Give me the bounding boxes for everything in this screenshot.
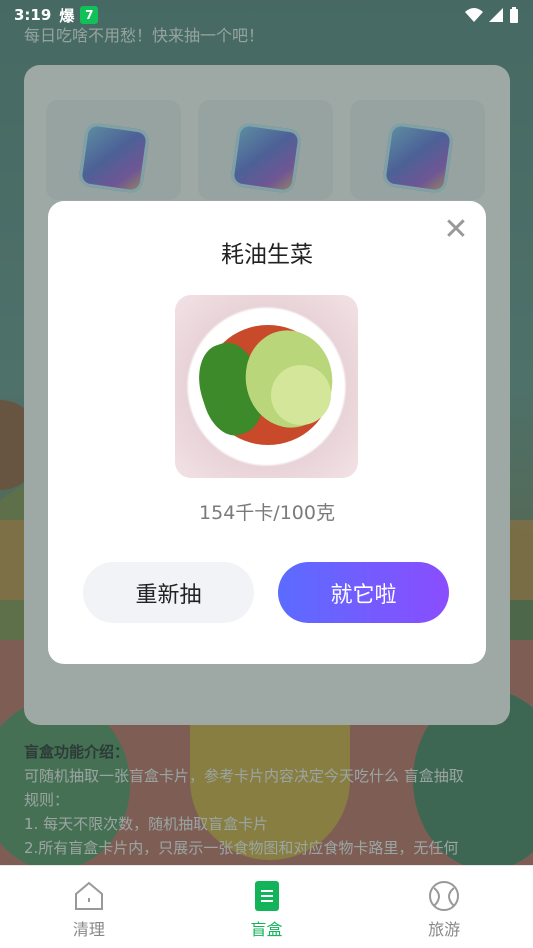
signal-icon <box>489 8 503 22</box>
tab-label: 盲盒 <box>250 920 283 939</box>
status-icons <box>465 7 519 23</box>
wifi-icon <box>465 8 483 22</box>
calorie-text: 154千卡/100克 <box>199 502 335 524</box>
redraw-button[interactable]: 重新抽 <box>83 562 254 623</box>
document-icon <box>251 880 283 912</box>
tab-travel[interactable]: 旅游 <box>355 866 533 948</box>
dish-title: 耗油生菜 <box>221 242 313 268</box>
ball-icon <box>428 880 460 912</box>
confirm-button[interactable]: 就它啦 <box>278 562 449 623</box>
dish-photo <box>175 295 358 478</box>
status-time: 3:19 <box>14 6 52 24</box>
battery-icon <box>510 7 518 23</box>
status-app-text: 爆 <box>59 6 75 25</box>
result-dialog: ✕ 耗油生菜 154千卡/100克 重新抽 就它啦 <box>48 201 486 664</box>
tab-blind-box[interactable]: 盲盒 <box>178 866 356 948</box>
tab-clean[interactable]: 清理 <box>0 866 178 948</box>
status-bar: 3:19 爆 7 <box>0 0 533 30</box>
tab-label: 旅游 <box>428 920 461 939</box>
tab-label: 清理 <box>72 920 105 939</box>
status-app-badge: 7 <box>80 6 99 24</box>
home-icon <box>73 880 105 912</box>
bottom-tab-bar: 清理 盲盒 旅游 <box>0 865 533 948</box>
